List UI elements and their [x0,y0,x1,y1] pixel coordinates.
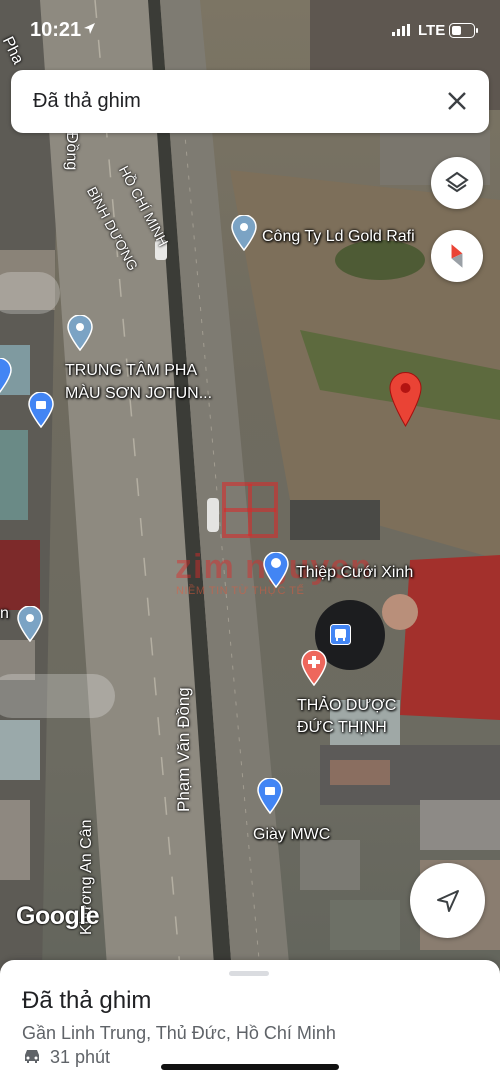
status-bar: 10:21 LTE [0,0,500,60]
place-address: Gần Linh Trung, Thủ Đức, Hồ Chí Minh [22,1023,336,1043]
place-title: Đã thả ghim [22,987,152,1014]
health-pin-icon[interactable] [301,650,327,686]
my-location-button[interactable] [410,863,485,938]
shopping-bag-pin-icon[interactable] [28,392,54,428]
place-pin-icon[interactable] [67,315,93,351]
poi-giay-mwc[interactable]: Giày MWC [253,825,330,844]
place-pin-icon[interactable] [231,215,257,251]
layers-button[interactable] [431,157,483,209]
road-label-pham-van-dong: Phạm Văn Đồng [174,687,193,812]
network-type: LTE [418,22,446,39]
location-arrow-icon [84,23,95,34]
translucent-overlay [0,674,115,718]
place-pin-icon[interactable] [0,358,12,394]
close-button[interactable] [439,83,475,119]
sheet-drag-handle[interactable] [229,971,269,976]
watermark-logo [222,482,278,538]
poi-gold-rafi[interactable]: Công Ty Ld Gold Rafi [262,227,415,246]
compass-icon [451,244,463,268]
place-pin-icon[interactable] [17,606,43,642]
home-indicator[interactable] [161,1064,339,1070]
dropped-pin-icon[interactable] [389,372,422,427]
poi-thao-duoc-line1[interactable]: THẢO DƯỢC [297,696,396,715]
travel-time: 31 phút [50,1047,111,1067]
signal-icon [392,24,410,36]
search-bar[interactable]: Đã thả ghim [11,70,489,133]
shopping-pin-icon[interactable] [263,552,289,588]
poi-thiep-cuoi[interactable]: Thiệp Cưới Xinh [296,563,413,582]
layers-icon [445,171,469,193]
car-icon [25,1050,39,1063]
compass-button[interactable] [431,230,483,282]
poi-jotun-line1[interactable]: TRUNG TÂM PHA [65,361,197,380]
translucent-overlay [0,272,60,314]
poi-left-fragment[interactable]: n [0,604,9,623]
search-text[interactable]: Đã thả ghim [33,90,141,113]
battery-icon [449,23,478,38]
road-label-dong: Đồng [63,132,80,171]
navigation-arrow-icon [436,889,459,912]
poi-jotun-line2[interactable]: MÀU SƠN JOTUN... [65,384,212,403]
close-icon [448,92,466,110]
google-logo: Google [16,902,100,930]
status-time: 10:21 [30,19,82,41]
shopping-bag-pin-icon[interactable] [257,778,283,814]
bus-stop-icon[interactable] [330,624,351,645]
poi-thao-duoc-line2[interactable]: ĐỨC THỊNH [297,718,387,737]
